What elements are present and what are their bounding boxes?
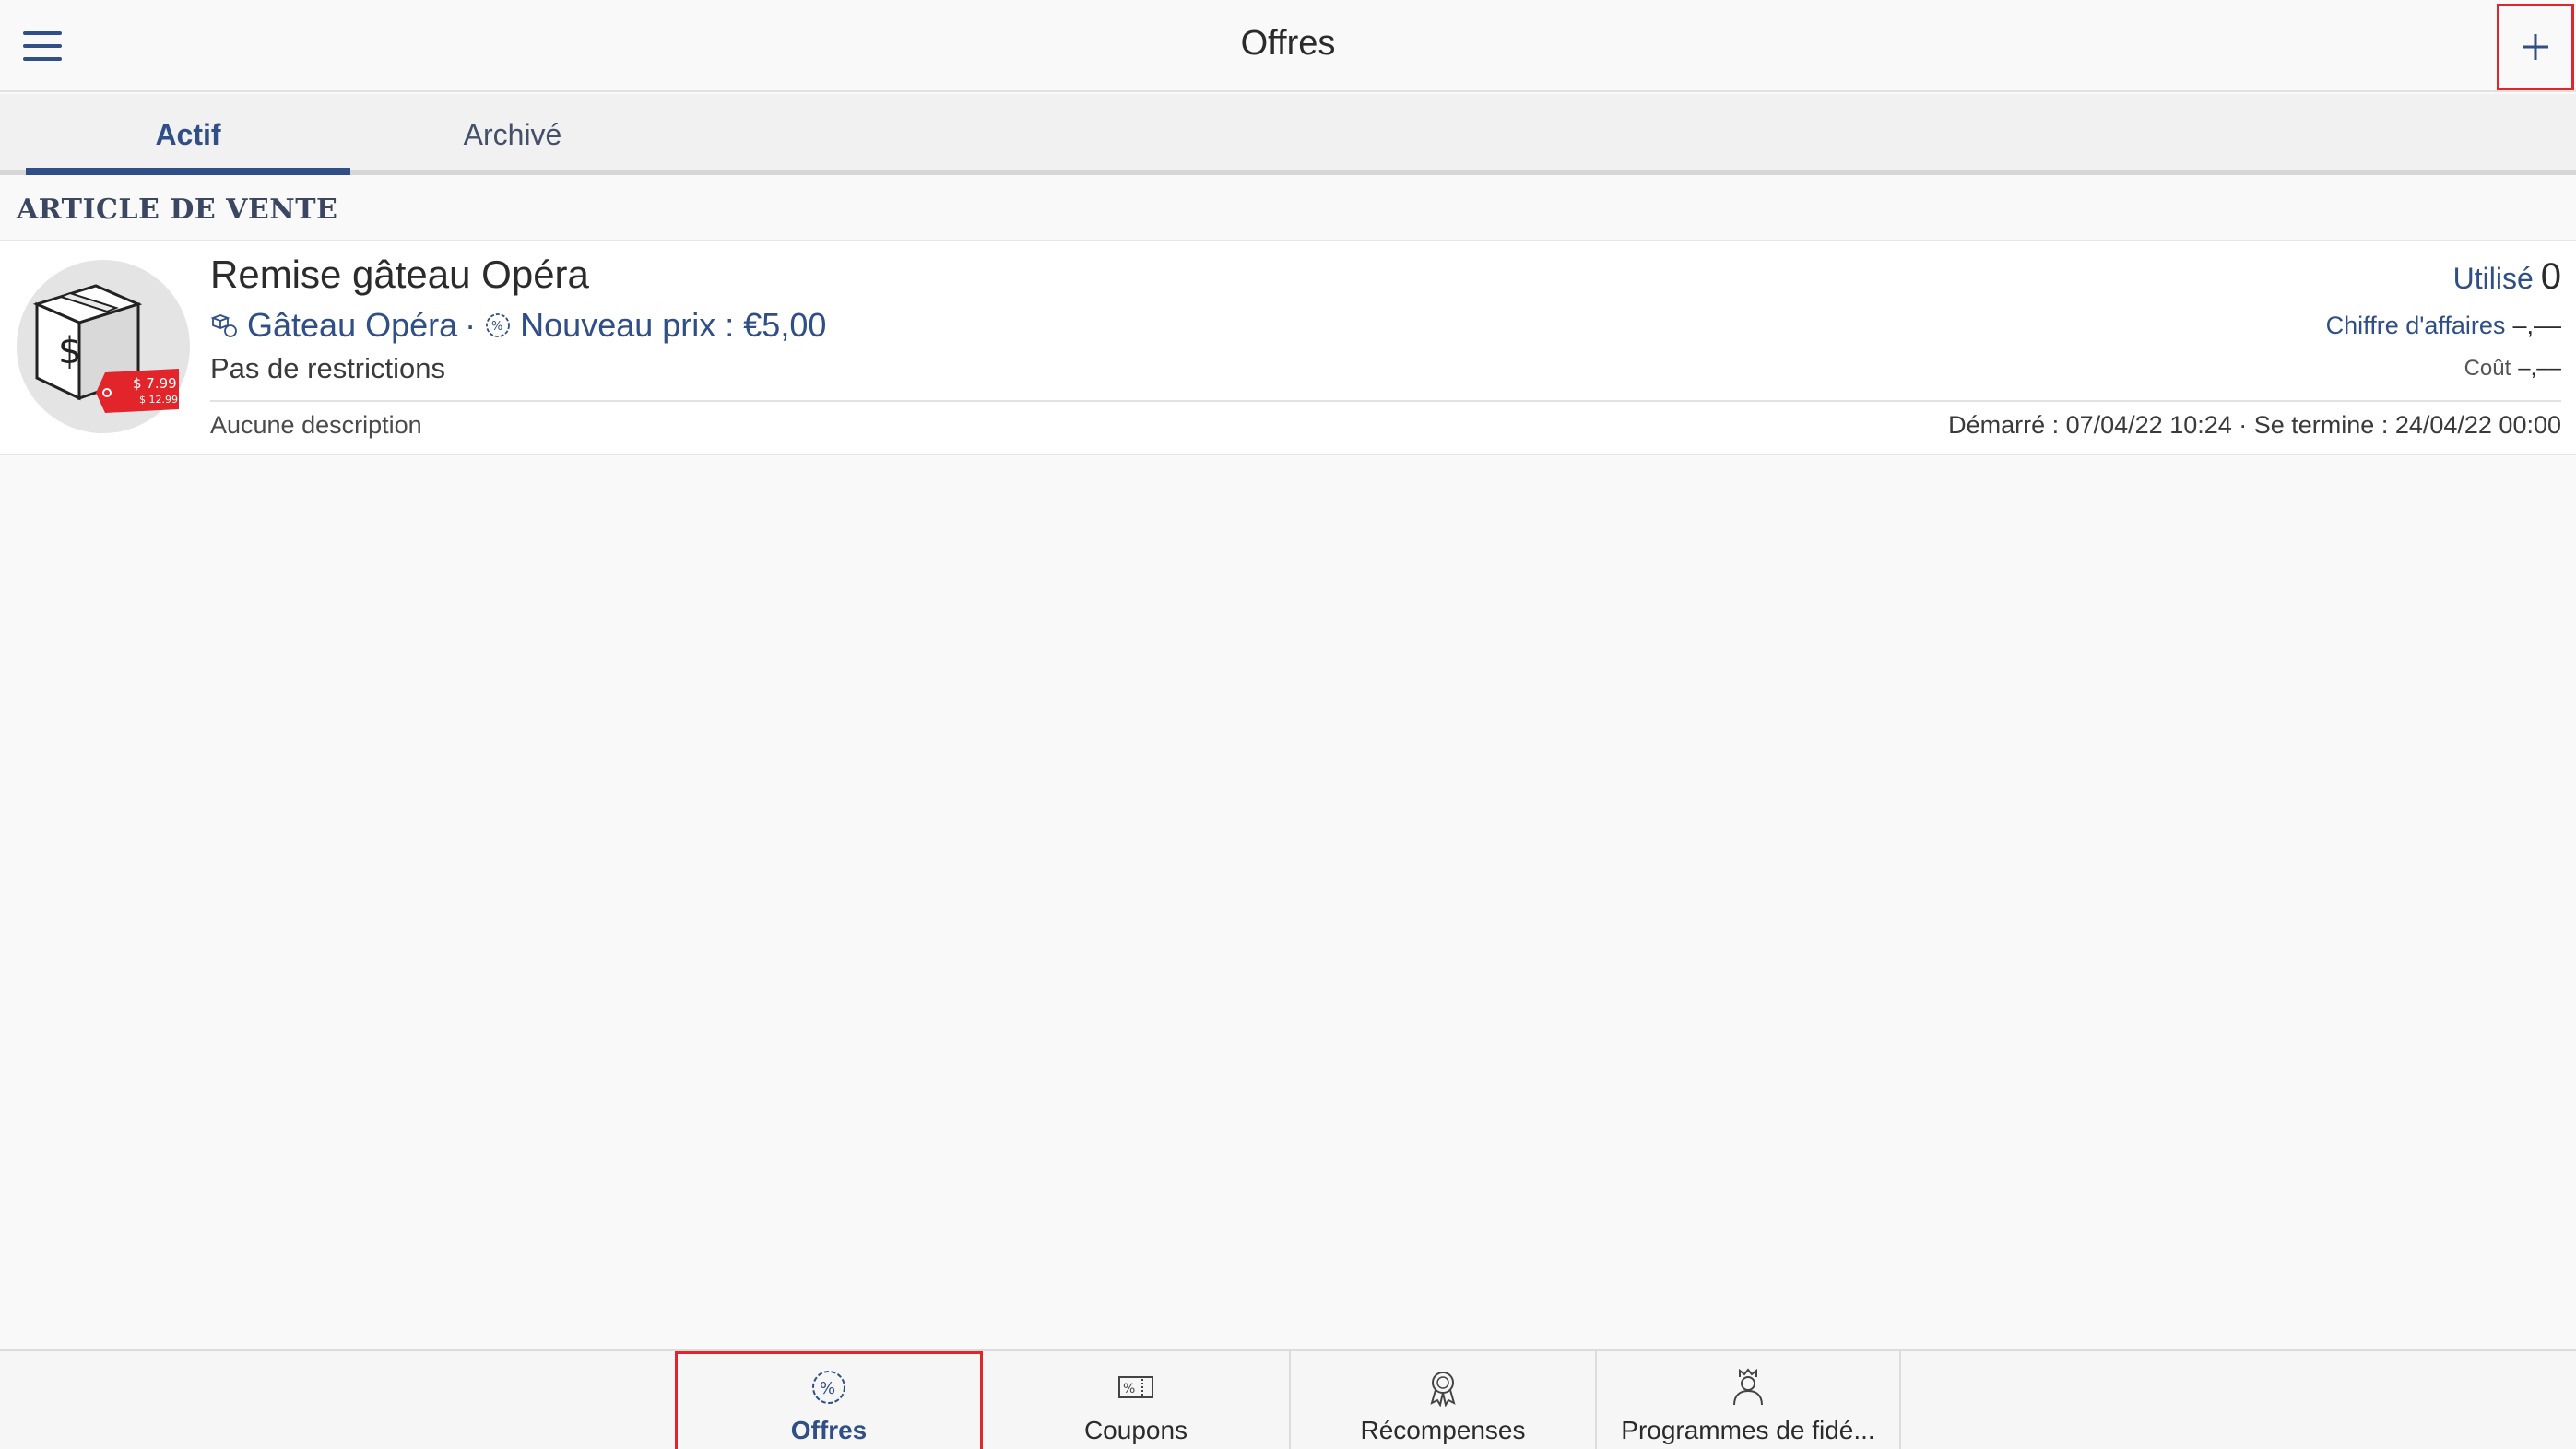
used-label: Utilisé xyxy=(2452,262,2534,295)
nav-label: Programmes de fidé... xyxy=(1621,1416,1875,1444)
cost: Coût –,–– xyxy=(2464,356,2561,382)
used-count: Utilisé 0 xyxy=(2453,256,2561,298)
percent-badge-icon: % xyxy=(812,1371,845,1404)
nav-label: Coupons xyxy=(1083,1416,1188,1444)
thumb-old-price: $ 12.99 xyxy=(139,394,178,406)
active-tab-indicator xyxy=(26,168,350,175)
add-offer-button[interactable] xyxy=(2497,4,2574,90)
percent-badge-icon: % xyxy=(486,313,511,337)
tab-archive[interactable]: Archivé xyxy=(350,94,675,175)
app-root: Offres Actif Archivé ARTICLE DE VENTE $ xyxy=(0,0,2576,1449)
nav-label: Offres xyxy=(790,1416,868,1444)
offer-dates: Démarré : 07/04/22 10:24 · Se termine : … xyxy=(1948,411,2561,439)
award-ribbon-icon xyxy=(1430,1372,1456,1407)
plus-icon xyxy=(2523,34,2548,60)
page-title: Offres xyxy=(1240,24,1336,63)
nav-coupons[interactable]: % Coupons xyxy=(983,1351,1289,1449)
svg-text:%: % xyxy=(1123,1382,1135,1396)
offer-new-price: Nouveau prix : €5,00 xyxy=(520,306,827,344)
king-person-icon xyxy=(1733,1368,1763,1406)
section-heading: ARTICLE DE VENTE xyxy=(17,194,338,226)
thumb-new-price: $ 7.99 xyxy=(133,375,177,392)
offer-restrictions: Pas de restrictions xyxy=(210,352,445,384)
revenue-value: –,–– xyxy=(2512,312,2561,339)
offer-details: Gâteau Opéra · % Nouveau prix : €5,00 xyxy=(210,306,826,345)
offer-description: Aucune description xyxy=(210,411,422,439)
nav-offres[interactable]: % Offres xyxy=(675,1351,983,1449)
product-box-icon: $ $ 7.99 $ 12.99 xyxy=(32,284,179,413)
revenue-label: Chiffre d'affaires xyxy=(2325,312,2506,339)
nav-label: Récompenses xyxy=(1360,1416,1526,1444)
coupon-icon: % xyxy=(1118,1376,1153,1398)
separator-dot: · xyxy=(465,306,477,344)
used-value: 0 xyxy=(2540,256,2561,297)
tab-bar: Actif Archivé xyxy=(0,94,2576,175)
list-item[interactable]: $ $ 7.99 $ 12.99 Remise gâteau Opéra Gât… xyxy=(0,242,2576,455)
item-cubes-icon xyxy=(210,314,237,337)
cost-value: –,–– xyxy=(2518,356,2561,381)
top-app-bar: Offres xyxy=(0,0,2576,92)
cost-label: Coût xyxy=(2464,356,2511,381)
svg-text:%: % xyxy=(820,1379,835,1398)
revenue: Chiffre d'affaires –,–– xyxy=(2326,312,2561,340)
nav-programmes-fidelite[interactable]: Programmes de fidé... xyxy=(1595,1351,1901,1449)
product-thumbnail: $ $ 7.99 $ 12.99 xyxy=(17,260,190,433)
bottom-navigation: % Offres % Coupons Récompenses Programme… xyxy=(0,1349,2576,1449)
svg-text:$: $ xyxy=(58,330,81,372)
nav-recompenses[interactable]: Récompenses xyxy=(1289,1351,1595,1449)
offer-title: Remise gâteau Opéra xyxy=(210,253,589,296)
offer-item-name: Gâteau Opéra xyxy=(247,306,458,344)
tab-actif[interactable]: Actif xyxy=(26,94,350,175)
svg-text:%: % xyxy=(491,320,502,334)
divider xyxy=(210,400,2561,402)
